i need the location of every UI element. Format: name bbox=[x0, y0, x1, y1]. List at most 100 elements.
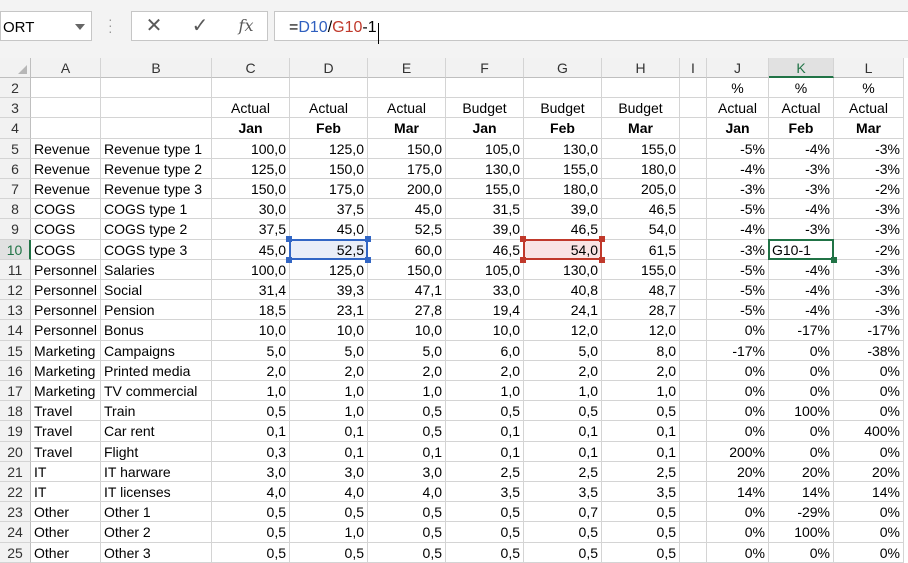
cell-h9[interactable]: 54,0 bbox=[602, 219, 680, 240]
cell-c4[interactable]: Jan bbox=[212, 118, 290, 139]
row-header-13[interactable]: 13 bbox=[0, 300, 31, 321]
cell-c6[interactable]: 125,0 bbox=[212, 158, 290, 179]
cell-f19[interactable]: 0,1 bbox=[446, 421, 524, 442]
cell-l12[interactable]: -3% bbox=[834, 280, 904, 301]
cell-j7[interactable]: -3% bbox=[707, 179, 769, 200]
cell-f17[interactable]: 1,0 bbox=[446, 381, 524, 402]
cell-f3[interactable]: Budget bbox=[446, 98, 524, 119]
cell-g15[interactable]: 5,0 bbox=[524, 340, 602, 361]
row-header-23[interactable]: 23 bbox=[0, 502, 31, 523]
cell-j6[interactable]: -4% bbox=[707, 158, 769, 179]
cell-g7[interactable]: 180,0 bbox=[524, 179, 602, 200]
cell-a21[interactable]: IT bbox=[31, 461, 101, 482]
row-header-17[interactable]: 17 bbox=[0, 381, 31, 402]
cell-c14[interactable]: 10,0 bbox=[212, 320, 290, 341]
cell-e14[interactable]: 10,0 bbox=[368, 320, 446, 341]
cell-a8[interactable]: COGS bbox=[31, 199, 101, 220]
row-header-18[interactable]: 18 bbox=[0, 401, 31, 422]
column-header-d[interactable]: D bbox=[290, 58, 368, 78]
cell-j4[interactable]: Jan bbox=[707, 118, 769, 139]
cell-d11[interactable]: 125,0 bbox=[290, 259, 368, 280]
column-header-a[interactable]: A bbox=[31, 58, 101, 78]
cell-j5[interactable]: -5% bbox=[707, 138, 769, 159]
cell-c11[interactable]: 100,0 bbox=[212, 259, 290, 280]
cell-i11[interactable] bbox=[680, 259, 707, 280]
cell-g4[interactable]: Feb bbox=[524, 118, 602, 139]
cell-k20[interactable]: 0% bbox=[769, 441, 834, 462]
row-header-9[interactable]: 9 bbox=[0, 219, 31, 240]
cell-b12[interactable]: Social bbox=[101, 280, 212, 301]
cell-i14[interactable] bbox=[680, 320, 707, 341]
cell-j13[interactable]: -5% bbox=[707, 300, 769, 321]
column-header-h[interactable]: H bbox=[602, 58, 680, 78]
cell-f20[interactable]: 0,1 bbox=[446, 441, 524, 462]
cell-h24[interactable]: 0,5 bbox=[602, 522, 680, 543]
cell-j16[interactable]: 0% bbox=[707, 360, 769, 381]
row-header-15[interactable]: 15 bbox=[0, 340, 31, 361]
cell-h3[interactable]: Budget bbox=[602, 98, 680, 119]
cell-g12[interactable]: 40,8 bbox=[524, 280, 602, 301]
cell-f2[interactable] bbox=[446, 78, 524, 99]
fill-handle[interactable] bbox=[831, 256, 837, 263]
cell-d7[interactable]: 175,0 bbox=[290, 179, 368, 200]
cell-f11[interactable]: 105,0 bbox=[446, 259, 524, 280]
column-header-g[interactable]: G bbox=[524, 58, 602, 78]
cell-a2[interactable] bbox=[31, 78, 101, 99]
cell-e5[interactable]: 150,0 bbox=[368, 138, 446, 159]
cell-e11[interactable]: 150,0 bbox=[368, 259, 446, 280]
cell-c21[interactable]: 3,0 bbox=[212, 461, 290, 482]
cell-g25[interactable]: 0,5 bbox=[524, 542, 602, 563]
cell-a5[interactable]: Revenue bbox=[31, 138, 101, 159]
cell-i20[interactable] bbox=[680, 441, 707, 462]
cell-b16[interactable]: Printed media bbox=[101, 360, 212, 381]
cell-a25[interactable]: Other bbox=[31, 542, 101, 563]
cell-l24[interactable]: 0% bbox=[834, 522, 904, 543]
cell-h14[interactable]: 12,0 bbox=[602, 320, 680, 341]
cell-b22[interactable]: IT licenses bbox=[101, 482, 212, 503]
cell-e12[interactable]: 47,1 bbox=[368, 280, 446, 301]
cell-a23[interactable]: Other bbox=[31, 502, 101, 523]
cell-k6[interactable]: -3% bbox=[769, 158, 834, 179]
cell-k25[interactable]: 0% bbox=[769, 542, 834, 563]
cell-c5[interactable]: 100,0 bbox=[212, 138, 290, 159]
cell-i6[interactable] bbox=[680, 158, 707, 179]
cell-d17[interactable]: 1,0 bbox=[290, 381, 368, 402]
cell-k8[interactable]: -4% bbox=[769, 199, 834, 220]
cell-a9[interactable]: COGS bbox=[31, 219, 101, 240]
cell-l14[interactable]: -17% bbox=[834, 320, 904, 341]
cell-f24[interactable]: 0,5 bbox=[446, 522, 524, 543]
cell-h21[interactable]: 2,5 bbox=[602, 461, 680, 482]
cell-f5[interactable]: 105,0 bbox=[446, 138, 524, 159]
cell-b19[interactable]: Car rent bbox=[101, 421, 212, 442]
cell-a20[interactable]: Travel bbox=[31, 441, 101, 462]
cell-c2[interactable] bbox=[212, 78, 290, 99]
cell-j10[interactable]: -3% bbox=[707, 239, 769, 260]
cell-i22[interactable] bbox=[680, 482, 707, 503]
cell-a7[interactable]: Revenue bbox=[31, 179, 101, 200]
cell-e21[interactable]: 3,0 bbox=[368, 461, 446, 482]
resize-handle[interactable] bbox=[520, 256, 526, 263]
cell-h8[interactable]: 46,5 bbox=[602, 199, 680, 220]
row-header-7[interactable]: 7 bbox=[0, 179, 31, 200]
cell-d18[interactable]: 1,0 bbox=[290, 401, 368, 422]
cell-e22[interactable]: 4,0 bbox=[368, 482, 446, 503]
cell-b10[interactable]: COGS type 3 bbox=[101, 239, 212, 260]
cell-j2[interactable]: % bbox=[707, 78, 769, 99]
cell-k13[interactable]: -4% bbox=[769, 300, 834, 321]
row-header-3[interactable]: 3 bbox=[0, 98, 31, 119]
cell-g20[interactable]: 0,1 bbox=[524, 441, 602, 462]
cell-d22[interactable]: 4,0 bbox=[290, 482, 368, 503]
cell-k21[interactable]: 20% bbox=[769, 461, 834, 482]
cell-a11[interactable]: Personnel bbox=[31, 259, 101, 280]
cell-e23[interactable]: 0,5 bbox=[368, 502, 446, 523]
cell-e16[interactable]: 2,0 bbox=[368, 360, 446, 381]
cell-g11[interactable]: 130,0 bbox=[524, 259, 602, 280]
cell-c23[interactable]: 0,5 bbox=[212, 502, 290, 523]
cell-k24[interactable]: 100% bbox=[769, 522, 834, 543]
more-options-icon[interactable]: · · · bbox=[108, 12, 113, 38]
column-header-i[interactable]: I bbox=[680, 58, 707, 78]
cancel-icon[interactable]: ✕ bbox=[134, 12, 174, 40]
resize-handle[interactable] bbox=[286, 235, 292, 242]
row-header-8[interactable]: 8 bbox=[0, 199, 31, 220]
cell-c24[interactable]: 0,5 bbox=[212, 522, 290, 543]
